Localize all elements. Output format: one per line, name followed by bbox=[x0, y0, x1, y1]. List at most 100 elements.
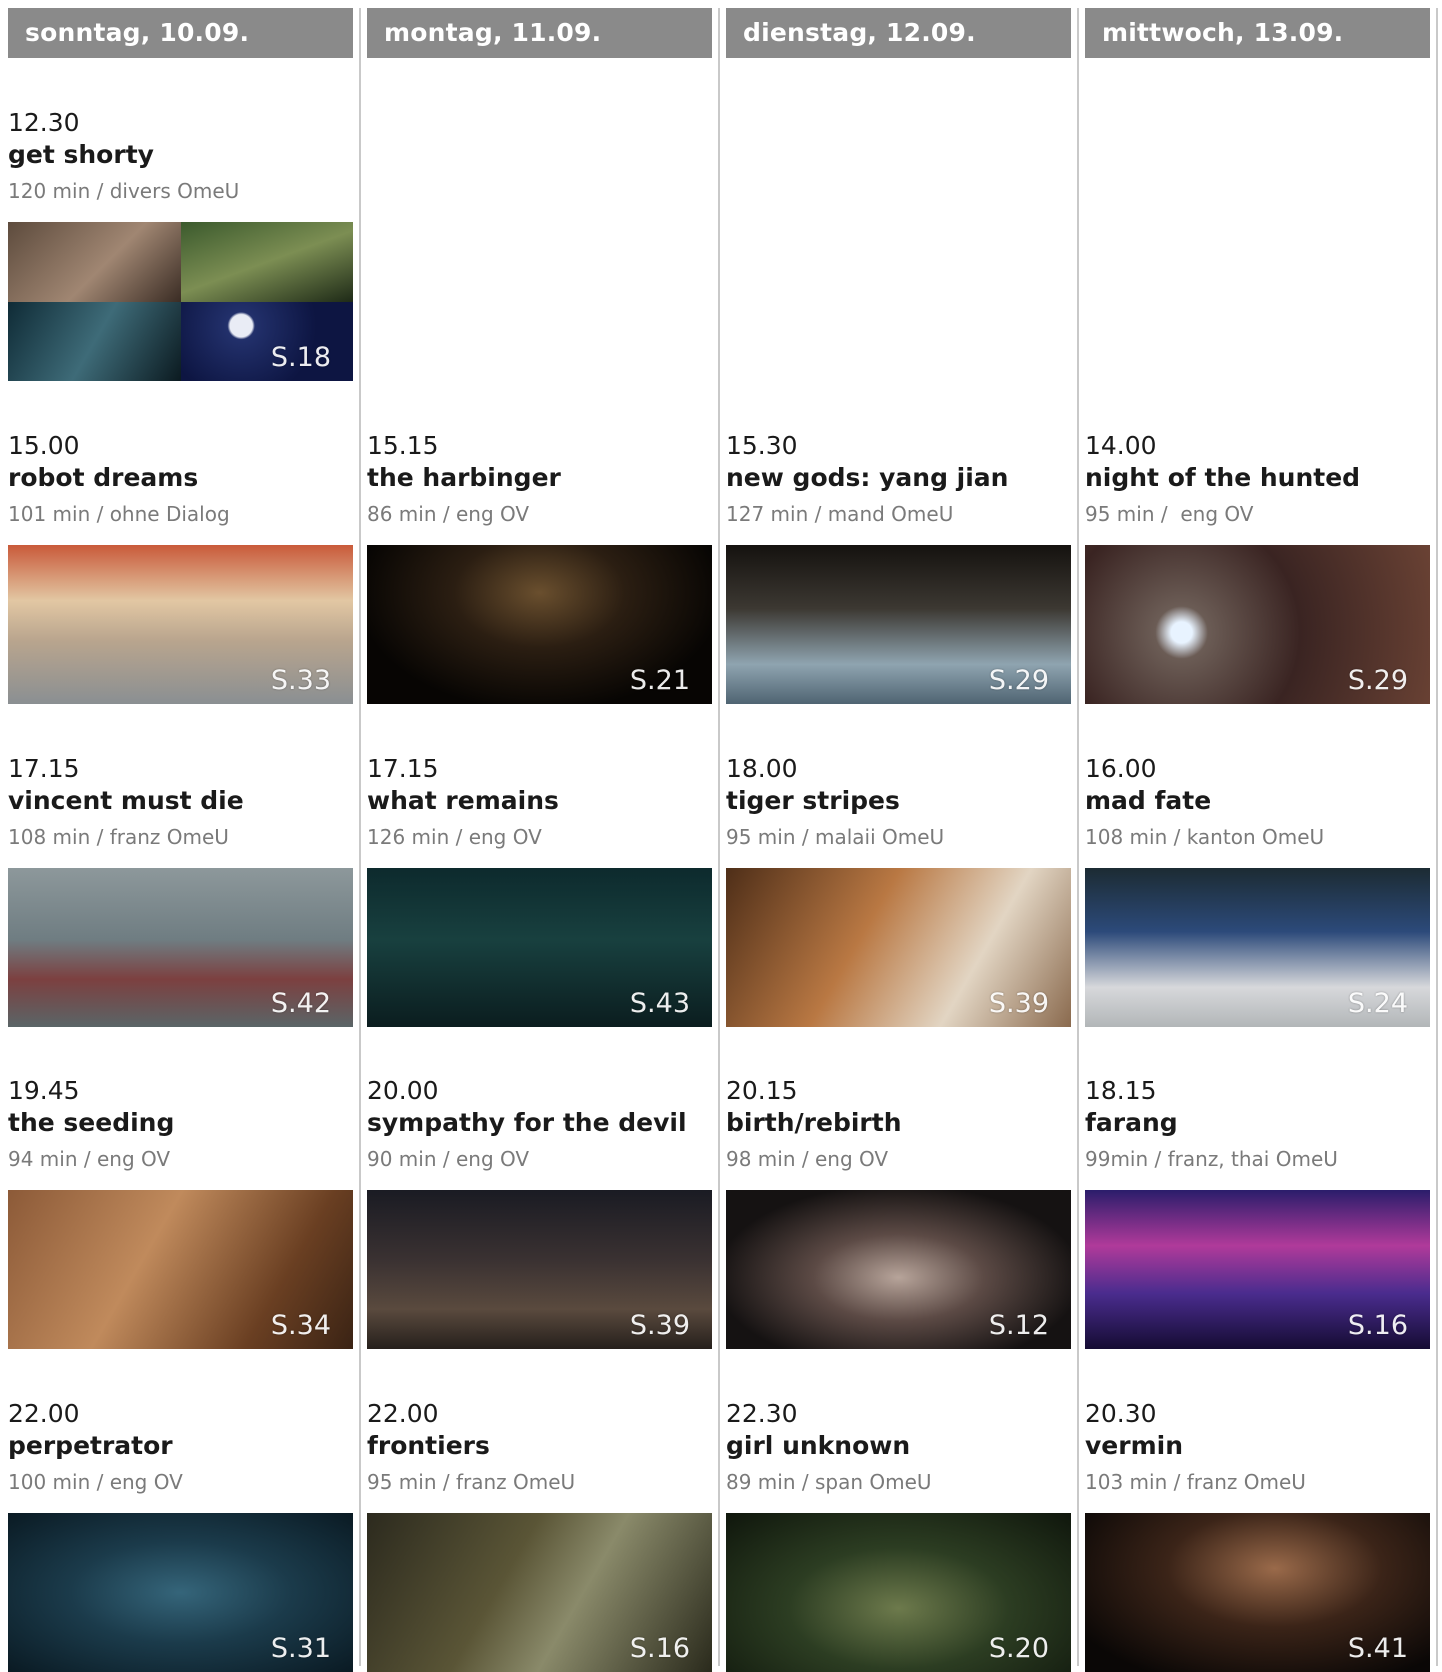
page-reference: S.21 bbox=[629, 665, 690, 696]
screening-time: 22.30 bbox=[726, 1399, 798, 1428]
page-reference: S.33 bbox=[270, 665, 331, 696]
screening-entry[interactable]: 16.00 mad fate 108 min / kanton OmeU S.2… bbox=[1085, 754, 1430, 1027]
film-title[interactable]: tiger stripes bbox=[726, 784, 1071, 818]
film-still[interactable]: S.29 bbox=[1085, 545, 1430, 704]
film-still-tile bbox=[8, 222, 181, 302]
film-details: 99min / franz, thai OmeU bbox=[1085, 1147, 1338, 1171]
screening-entry[interactable]: 15.00 robot dreams 101 min / ohne Dialog… bbox=[8, 431, 353, 704]
film-still[interactable]: S.31 bbox=[8, 1513, 353, 1672]
film-details: 95 min / eng OV bbox=[1085, 502, 1254, 526]
film-title[interactable]: what remains bbox=[367, 784, 712, 818]
film-title[interactable]: get shorty bbox=[8, 138, 353, 172]
screening-entry[interactable]: 20.30 vermin 103 min / franz OmeU S.41 bbox=[1085, 1399, 1430, 1672]
screening-time: 20.00 bbox=[367, 1076, 439, 1105]
film-details: 108 min / kanton OmeU bbox=[1085, 825, 1325, 849]
film-title[interactable]: farang bbox=[1085, 1106, 1430, 1140]
film-details: 86 min / eng OV bbox=[367, 502, 530, 526]
film-title[interactable]: mad fate bbox=[1085, 784, 1430, 818]
page-reference: S.29 bbox=[988, 665, 1049, 696]
screening-entry[interactable]: 20.00 sympathy for the devil 90 min / en… bbox=[367, 1076, 712, 1349]
day-column-montag: montag, 11.09. 15.15 the harbinger 86 mi… bbox=[367, 0, 712, 1672]
page-reference: S.41 bbox=[1347, 1633, 1408, 1664]
day-header: mittwoch, 13.09. bbox=[1085, 8, 1430, 58]
screening-entry[interactable]: 22.00 frontiers 95 min / franz OmeU S.16 bbox=[367, 1399, 712, 1672]
day-header: montag, 11.09. bbox=[367, 8, 712, 58]
screening-entry[interactable]: 14.00 night of the hunted 95 min / eng O… bbox=[1085, 431, 1430, 704]
screening-time: 12.30 bbox=[8, 108, 80, 137]
screening-entry[interactable]: 15.30 new gods: yang jian 127 min / mand… bbox=[726, 431, 1071, 704]
column-divider bbox=[1077, 8, 1079, 1666]
page-reference: S.18 bbox=[270, 342, 331, 373]
film-details: 127 min / mand OmeU bbox=[726, 502, 954, 526]
page-reference: S.16 bbox=[629, 1633, 690, 1664]
page-reference: S.39 bbox=[629, 1310, 690, 1341]
screening-time: 22.00 bbox=[367, 1399, 439, 1428]
film-title[interactable]: vincent must die bbox=[8, 784, 353, 818]
screening-time: 15.15 bbox=[367, 431, 439, 460]
film-title[interactable]: robot dreams bbox=[8, 461, 353, 495]
film-still[interactable]: S.42 bbox=[8, 868, 353, 1027]
film-still[interactable]: S.34 bbox=[8, 1190, 353, 1349]
film-title[interactable]: the seeding bbox=[8, 1106, 353, 1140]
screening-entry[interactable]: 20.15 birth/rebirth 98 min / eng OV S.12 bbox=[726, 1076, 1071, 1349]
page-reference: S.34 bbox=[270, 1310, 331, 1341]
screening-time: 18.00 bbox=[726, 754, 798, 783]
screening-entry[interactable]: 18.15 farang 99min / franz, thai OmeU S.… bbox=[1085, 1076, 1430, 1349]
page-reference: S.24 bbox=[1347, 988, 1408, 1019]
film-still[interactable]: S.21 bbox=[367, 545, 712, 704]
screening-time: 15.30 bbox=[726, 431, 798, 460]
page-reference: S.29 bbox=[1347, 665, 1408, 696]
film-still-tile bbox=[180, 222, 353, 302]
film-title[interactable]: birth/rebirth bbox=[726, 1106, 1071, 1140]
film-details: 100 min / eng OV bbox=[8, 1470, 183, 1494]
column-divider bbox=[718, 8, 720, 1666]
page-reference: S.31 bbox=[270, 1633, 331, 1664]
page-reference: S.12 bbox=[988, 1310, 1049, 1341]
film-still[interactable]: S.12 bbox=[726, 1190, 1071, 1349]
screening-time: 20.30 bbox=[1085, 1399, 1157, 1428]
screening-entry[interactable]: 15.15 the harbinger 86 min / eng OV S.21 bbox=[367, 431, 712, 704]
page-reference: S.42 bbox=[270, 988, 331, 1019]
film-still-collage[interactable]: S.18 bbox=[8, 222, 353, 381]
film-still[interactable]: S.16 bbox=[367, 1513, 712, 1672]
film-details: 120 min / divers OmeU bbox=[8, 179, 240, 203]
screening-entry[interactable]: 19.45 the seeding 94 min / eng OV S.34 bbox=[8, 1076, 353, 1349]
film-still[interactable]: S.20 bbox=[726, 1513, 1071, 1672]
film-details: 98 min / eng OV bbox=[726, 1147, 889, 1171]
film-title[interactable]: new gods: yang jian bbox=[726, 461, 1071, 495]
screening-time: 22.00 bbox=[8, 1399, 80, 1428]
screening-entry[interactable]: 22.30 girl unknown 89 min / span OmeU S.… bbox=[726, 1399, 1071, 1672]
film-still[interactable]: S.39 bbox=[367, 1190, 712, 1349]
film-still[interactable]: S.41 bbox=[1085, 1513, 1430, 1672]
day-column-mittwoch: mittwoch, 13.09. 14.00 night of the hunt… bbox=[1085, 0, 1430, 1672]
film-title[interactable]: sympathy for the devil bbox=[367, 1106, 712, 1140]
film-details: 95 min / malaii OmeU bbox=[726, 825, 945, 849]
film-details: 95 min / franz OmeU bbox=[367, 1470, 576, 1494]
film-title[interactable]: night of the hunted bbox=[1085, 461, 1430, 495]
film-title[interactable]: vermin bbox=[1085, 1429, 1430, 1463]
film-title[interactable]: girl unknown bbox=[726, 1429, 1071, 1463]
film-title[interactable]: the harbinger bbox=[367, 461, 712, 495]
screening-time: 20.15 bbox=[726, 1076, 798, 1105]
film-still[interactable]: S.33 bbox=[8, 545, 353, 704]
film-still[interactable]: S.29 bbox=[726, 545, 1071, 704]
film-title[interactable]: frontiers bbox=[367, 1429, 712, 1463]
screening-entry[interactable]: 17.15 what remains 126 min / eng OV S.43 bbox=[367, 754, 712, 1027]
screening-time: 14.00 bbox=[1085, 431, 1157, 460]
screening-entry[interactable]: 18.00 tiger stripes 95 min / malaii OmeU… bbox=[726, 754, 1071, 1027]
screening-entry[interactable]: 12.30 get shorty 120 min / divers OmeU S… bbox=[8, 108, 353, 381]
film-details: 108 min / franz OmeU bbox=[8, 825, 229, 849]
day-column-sonntag: sonntag, 10.09. 12.30 get shorty 120 min… bbox=[8, 0, 353, 1672]
film-details: 90 min / eng OV bbox=[367, 1147, 530, 1171]
day-column-dienstag: dienstag, 12.09. 15.30 new gods: yang ji… bbox=[726, 0, 1071, 1672]
film-still[interactable]: S.39 bbox=[726, 868, 1071, 1027]
screening-time: 15.00 bbox=[8, 431, 80, 460]
screening-entry[interactable]: 17.15 vincent must die 108 min / franz O… bbox=[8, 754, 353, 1027]
film-title[interactable]: perpetrator bbox=[8, 1429, 353, 1463]
program-grid: sonntag, 10.09. 12.30 get shorty 120 min… bbox=[0, 0, 1442, 1672]
film-still[interactable]: S.16 bbox=[1085, 1190, 1430, 1349]
film-still[interactable]: S.43 bbox=[367, 868, 712, 1027]
column-divider bbox=[359, 8, 361, 1666]
screening-entry[interactable]: 22.00 perpetrator 100 min / eng OV S.31 bbox=[8, 1399, 353, 1672]
film-still[interactable]: S.24 bbox=[1085, 868, 1430, 1027]
